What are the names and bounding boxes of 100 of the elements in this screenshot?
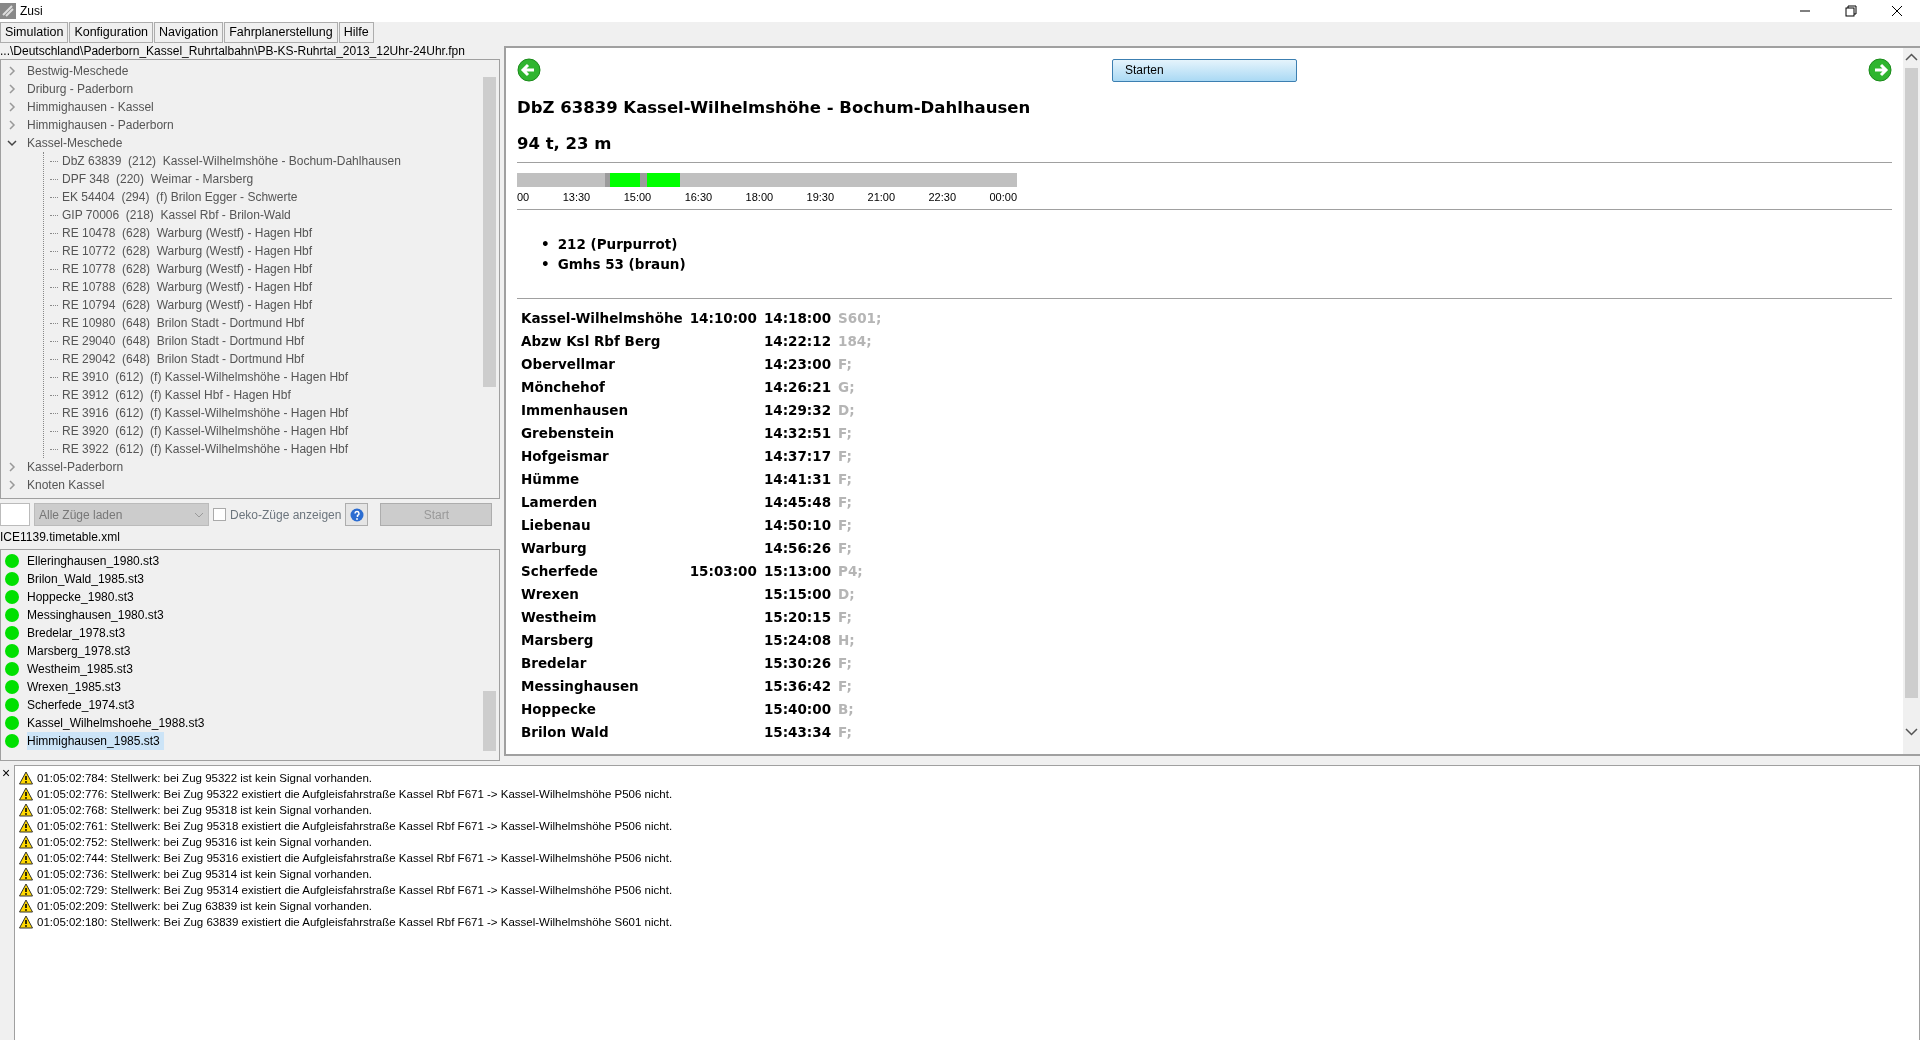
axis-label: 00:00 — [989, 189, 1017, 205]
station-file-item[interactable]: Wrexen_1985.st3 — [27, 678, 125, 696]
tree-item[interactable]: RE 10794 (628) Warburg (Westf) - Hagen Hbf — [62, 296, 313, 314]
station-file-item[interactable]: Brilon_Wald_1985.st3 — [27, 570, 148, 588]
station-name: Obervellmar — [521, 355, 616, 375]
station-file-item[interactable]: Bredelar_1978.st3 — [27, 624, 130, 642]
train-weight-length: 94 t, 23 m — [517, 133, 613, 154]
warning-icon — [19, 787, 33, 801]
axis-label: 22:30 — [928, 189, 957, 205]
track-label: G; — [838, 378, 856, 398]
track-label: F; — [838, 654, 853, 674]
tree-item[interactable]: DbZ 63839 (212) Kassel-Wilhelmshöhe - Bochum-Dahlhausen — [62, 152, 401, 170]
station-name: Kassel-Wilhelmshöhe — [521, 309, 683, 329]
departure-time: 15:43:34 — [763, 723, 832, 743]
station-name: Brilon Wald — [521, 723, 610, 743]
track-label: P4; — [838, 562, 864, 582]
tree-item[interactable]: Himmighausen - Paderborn — [27, 116, 174, 134]
departure-time: 14:26:21 — [763, 378, 832, 398]
scrollbar-thumb[interactable] — [483, 691, 496, 751]
departure-time: 14:23:00 — [763, 355, 832, 375]
station-file-item[interactable]: Marsberg_1978.st3 — [27, 642, 135, 660]
input-field[interactable] — [0, 503, 30, 526]
tree-item[interactable]: Driburg - Paderborn — [27, 80, 134, 98]
tree-item[interactable]: RE 29042 (648) Brilon Stadt - Dortmund Hbf — [62, 350, 305, 368]
tree-item[interactable]: Knoten Kassel — [27, 476, 105, 494]
tree-item[interactable]: GIP 70006 (218) Kassel Rbf - Brilon-Wald — [62, 206, 291, 224]
departure-time: 15:13:00 — [763, 562, 832, 582]
tree-item[interactable]: RE 10772 (628) Warburg (Westf) - Hagen Hbf — [62, 242, 313, 260]
start-button[interactable]: Starten — [1112, 58, 1297, 82]
station-file-item[interactable]: Westheim_1985.st3 — [27, 660, 137, 678]
menu-item[interactable]: Konfiguration — [69, 22, 154, 43]
departure-time: 14:22:12 — [763, 332, 832, 352]
departure-time: 14:50:10 — [763, 516, 832, 536]
scroll-down-icon[interactable] — [1905, 728, 1918, 736]
axis-label: 15:00 — [623, 189, 652, 205]
warning-icon — [19, 819, 33, 833]
station-file-item[interactable]: Himmighausen_1985.st3 — [27, 732, 164, 750]
tree-item[interactable]: EK 54404 (294) (f) Brilon Egger - Schwerte — [62, 188, 298, 206]
track-label: F; — [838, 723, 853, 743]
tree-item[interactable]: Kassel-Meschede — [27, 134, 123, 152]
tree-item[interactable]: RE 3920 (612) (f) Kassel-Wilhelmshöhe - Hagen Hbf — [62, 422, 349, 440]
menu-item[interactable]: Hilfe — [338, 22, 374, 43]
station-name: Warburg — [521, 539, 588, 559]
close-button[interactable]: × — [0, 765, 11, 781]
tree-item[interactable]: RE 10788 (628) Warburg (Westf) - Hagen Hbf — [62, 278, 313, 296]
station-file-item[interactable]: Messinghausen_1980.st3 — [27, 606, 168, 624]
track-label: F; — [838, 355, 853, 375]
station-file-item[interactable]: Kassel_Wilhelmshoehe_1988.st3 — [27, 714, 209, 732]
menu-item[interactable]: Fahrplanerstellung — [224, 22, 338, 43]
tree-item[interactable]: DPF 348 (220) Weimar - Marsberg — [62, 170, 254, 188]
tree-item[interactable]: Himmighausen - Kassel — [27, 98, 154, 116]
station-name: Hofgeismar — [521, 447, 610, 467]
axis-label: 00 — [517, 189, 530, 205]
file-name: ICE1139.timetable.xml — [0, 530, 121, 545]
checkbox[interactable] — [213, 508, 226, 521]
tree-item[interactable]: RE 10478 (628) Warburg (Westf) - Hagen Hbf — [62, 224, 313, 242]
tree-item[interactable]: Kassel-Paderborn — [27, 458, 124, 476]
tree-item[interactable]: RE 10980 (648) Brilon Stadt - Dortmund Hbf — [62, 314, 305, 332]
log-message: 01:05:02:744: Stellwerk: Bei Zug 95316 existiert die Aufgleisfahrstraße Kassel Rbf F671 -> Kassel-Wilhelmshöhe P506 nicht. — [37, 851, 673, 866]
train-title: DbZ 63839 Kassel-Wilhelmshöhe - Bochum-Dahlhausen — [517, 98, 1032, 118]
scroll-up-icon[interactable] — [1905, 53, 1918, 61]
arrival-time: 15:03:00 — [689, 562, 757, 582]
tree-item[interactable]: RE 3912 (612) (f) Kassel Hbf - Hagen Hbf — [62, 386, 291, 404]
station-file-item[interactable]: Scherfede_1974.st3 — [27, 696, 139, 714]
axis-label: 21:00 — [867, 189, 896, 205]
departure-time: 14:56:26 — [763, 539, 832, 559]
tree-item[interactable]: RE 3916 (612) (f) Kassel-Wilhelmshöhe - Hagen Hbf — [62, 404, 349, 422]
help-button[interactable] — [345, 503, 369, 526]
tree-item[interactable]: RE 29040 (648) Brilon Stadt - Dortmund Hbf — [62, 332, 305, 350]
station-file-item[interactable]: Elleringhausen_1980.st3 — [27, 552, 164, 570]
departure-time: 14:41:31 — [763, 470, 832, 490]
track-label: S601; — [838, 309, 882, 329]
station-file-item[interactable]: Hoppecke_1980.st3 — [27, 588, 138, 606]
scrollbar-thumb[interactable] — [1905, 68, 1918, 698]
scrollbar-thumb[interactable] — [483, 77, 496, 387]
log-message: 01:05:02:736: Stellwerk: bei Zug 95314 ist kein Signal vorhanden. — [37, 867, 372, 882]
tree-item[interactable]: RE 3922 (612) (f) Kassel-Wilhelmshöhe - Hagen Hbf — [62, 440, 349, 458]
track-label: D; — [838, 401, 856, 421]
track-label: F; — [838, 447, 853, 467]
track-label: F; — [838, 470, 853, 490]
log-message: 01:05:02:768: Stellwerk: bei Zug 95318 ist kein Signal vorhanden. — [37, 803, 372, 818]
station-name: Westheim — [521, 608, 598, 628]
caret-icon — [194, 511, 204, 518]
track-label: F; — [838, 539, 853, 559]
menu-item[interactable]: Simulation — [0, 22, 69, 43]
help-icon — [349, 507, 364, 522]
departure-time: 15:30:26 — [763, 654, 832, 674]
track-label: D; — [838, 585, 856, 605]
axis-label: 13:30 — [562, 189, 591, 205]
tree-item[interactable]: RE 10778 (628) Warburg (Westf) - Hagen Hbf — [62, 260, 313, 278]
departure-time: 14:18:00 — [763, 309, 832, 329]
tree-item[interactable]: Bestwig-Meschede — [27, 62, 129, 80]
menu-item[interactable]: Navigation — [154, 22, 224, 43]
log-message: 01:05:02:729: Stellwerk: Bei Zug 95314 existiert die Aufgleisfahrstraße Kassel Rbf F671 -> Kassel-Wilhelmshöhe P506 nicht. — [37, 883, 673, 898]
warning-icon — [19, 883, 33, 897]
track-label: F; — [838, 608, 853, 628]
arrival-time: 14:10:00 — [689, 309, 757, 329]
tree-item[interactable]: RE 3910 (612) (f) Kassel-Wilhelmshöhe - Hagen Hbf — [62, 368, 349, 386]
log-message: 01:05:02:784: Stellwerk: bei Zug 95322 ist kein Signal vorhanden. — [37, 771, 372, 786]
station-name: Hümme — [521, 470, 581, 490]
